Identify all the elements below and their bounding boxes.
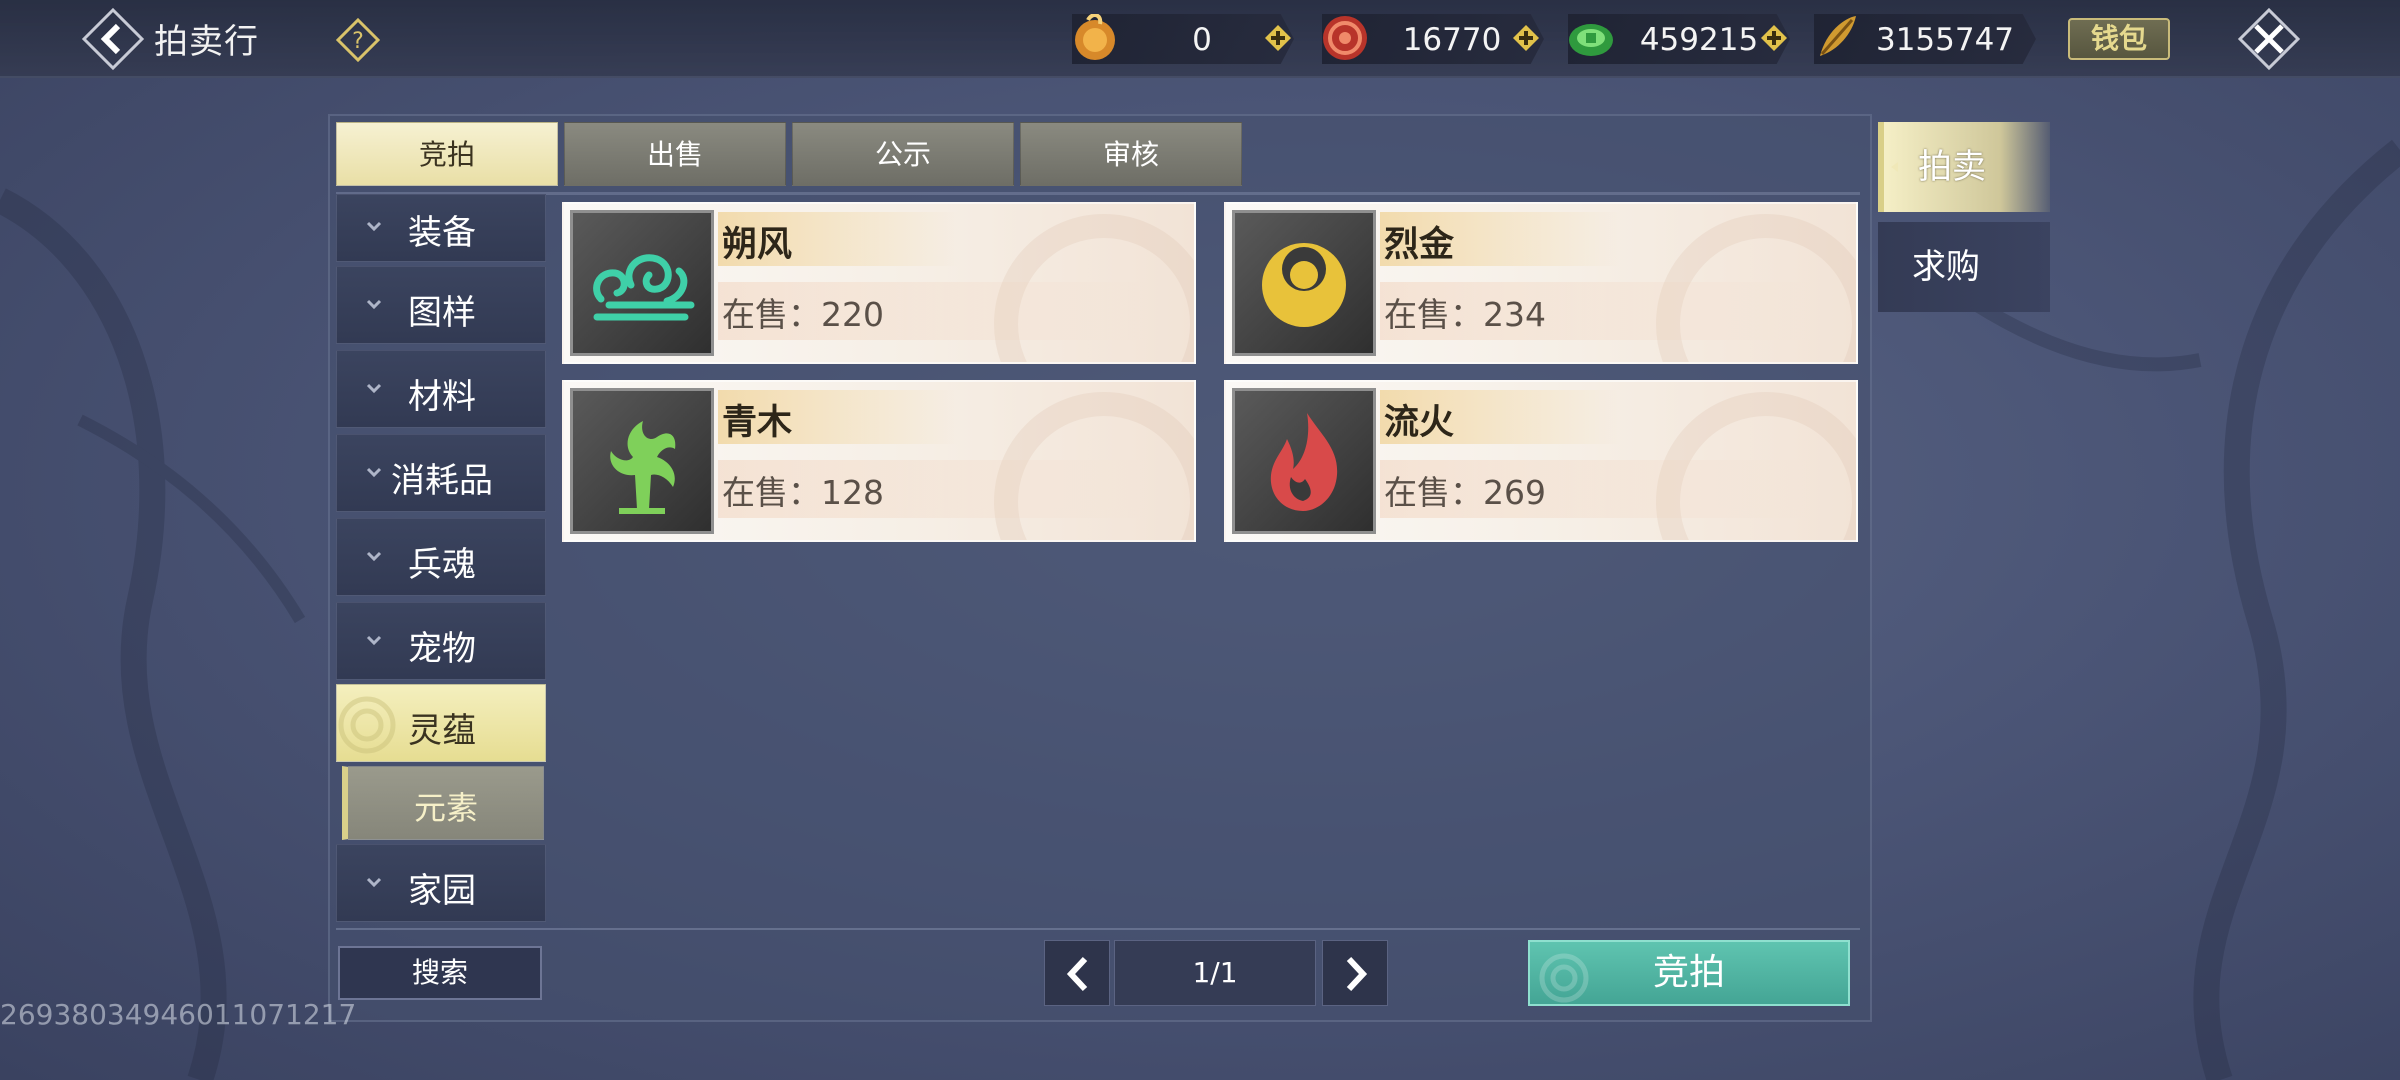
side-tab-label: 拍卖 [1918, 147, 1986, 187]
side-tab-auction[interactable]: 拍卖 [1878, 122, 2050, 212]
category-materials[interactable]: 材料 [336, 350, 546, 428]
tab-announce[interactable]: 公示 [792, 122, 1014, 186]
category-patterns[interactable]: 图样 [336, 266, 546, 344]
next-page-button[interactable] [1322, 940, 1388, 1006]
currency-gold-feather: 3155747 [1814, 14, 2036, 64]
category-consumables[interactable]: 消耗品 [336, 434, 546, 512]
item-card[interactable]: 朔风 在售：220 [562, 202, 1196, 364]
search-button[interactable]: 搜索 [338, 946, 542, 1000]
item-thumbnail [570, 210, 714, 356]
category-label: 灵蕴 [408, 711, 476, 751]
currency-jade-coin: 459215 [1568, 14, 1790, 64]
item-thumbnail [570, 388, 714, 534]
add-currency-icon[interactable] [1760, 24, 1788, 52]
bid-button[interactable]: 竞拍 [1528, 940, 1850, 1006]
user-id: 2693803494601107121​7 [0, 998, 357, 1031]
prev-page-button[interactable] [1044, 940, 1110, 1006]
item-name: 烈金 [1384, 225, 1455, 265]
currency-value: 0 [1192, 22, 1212, 58]
item-thumbnail [1232, 210, 1376, 356]
item-card[interactable]: 流火 在售：269 [1224, 380, 1858, 542]
subcategory-elements[interactable]: 元素 [342, 766, 544, 840]
tab-review[interactable]: 审核 [1020, 122, 1242, 186]
gold-ingot-icon [1075, 14, 1115, 60]
item-card[interactable]: 青木 在售：128 [562, 380, 1196, 542]
add-currency-icon[interactable] [1512, 24, 1540, 52]
caret-left-icon [1891, 162, 1898, 172]
category-label: 家园 [408, 871, 476, 911]
currency-gold-ingot: 0 [1072, 14, 1294, 64]
divider [336, 192, 1860, 195]
category-label: 装备 [408, 213, 476, 253]
bid-button-label: 竞拍 [1652, 952, 1725, 993]
page-title: 拍卖行 [154, 22, 259, 62]
item-count: 在售：220 [722, 295, 884, 334]
category-label: 兵魂 [408, 545, 476, 585]
tab-sell[interactable]: 出售 [564, 122, 786, 186]
category-pets[interactable]: 宠物 [336, 602, 546, 680]
item-count: 在售：234 [1384, 295, 1546, 334]
category-weapon-soul[interactable]: 兵魂 [336, 518, 546, 596]
wind-icon [593, 254, 695, 321]
subcategory-label: 元素 [413, 789, 478, 827]
tab-bid[interactable]: 竞拍 [336, 122, 558, 186]
jade-coin-icon [1569, 24, 1613, 56]
side-tab-buy-request[interactable]: 求购 [1878, 222, 2050, 312]
wallet-button[interactable]: 钱包 [2068, 18, 2170, 60]
gold-moon-icon [1262, 243, 1346, 327]
divider [336, 928, 1860, 930]
item-count: 在售：269 [1384, 473, 1546, 512]
currency-value: 3155747 [1875, 22, 2015, 58]
question-icon: ? [335, 17, 381, 63]
item-card[interactable]: 烈金 在售：234 [1224, 202, 1858, 364]
category-homestead[interactable]: 家园 [336, 844, 546, 922]
page-indicator: 1/1 [1114, 940, 1316, 1006]
back-button[interactable] [80, 6, 146, 72]
tree-icon [610, 421, 676, 514]
help-button[interactable]: ? [335, 17, 381, 63]
close-icon [2237, 7, 2301, 71]
item-name: 流火 [1384, 403, 1455, 443]
cloud-pattern-icon [1539, 953, 1589, 1003]
side-tab-label: 求购 [1912, 247, 1980, 287]
category-equipment[interactable]: 装备 [336, 194, 546, 262]
item-name: 朔风 [722, 225, 793, 265]
add-currency-icon[interactable] [1264, 24, 1292, 52]
item-thumbnail [1232, 388, 1376, 534]
currency-value: 459215 [1639, 22, 1759, 58]
category-label: 材料 [408, 377, 476, 417]
item-name: 青木 [722, 403, 793, 443]
back-arrow-icon [81, 7, 145, 71]
currency-value: 16770 [1402, 22, 1502, 58]
close-button[interactable] [2236, 6, 2302, 72]
category-label: 消耗品 [391, 461, 493, 501]
category-spirit[interactable]: 灵蕴 [336, 684, 546, 762]
top-bar: 拍卖行 ? 0 16770 459215 3155747 钱包 [0, 0, 2400, 78]
item-count: 在售：128 [722, 473, 884, 512]
chevron-left-icon [1066, 956, 1088, 992]
svg-text:?: ? [352, 29, 364, 54]
red-token-icon [1323, 16, 1367, 60]
category-label: 宠物 [408, 629, 476, 669]
chevron-right-icon [1346, 956, 1368, 992]
currency-red-token: 16770 [1322, 14, 1544, 64]
gold-feather-icon [1820, 16, 1856, 56]
category-label: 图样 [408, 293, 476, 333]
flame-icon [1270, 413, 1338, 511]
